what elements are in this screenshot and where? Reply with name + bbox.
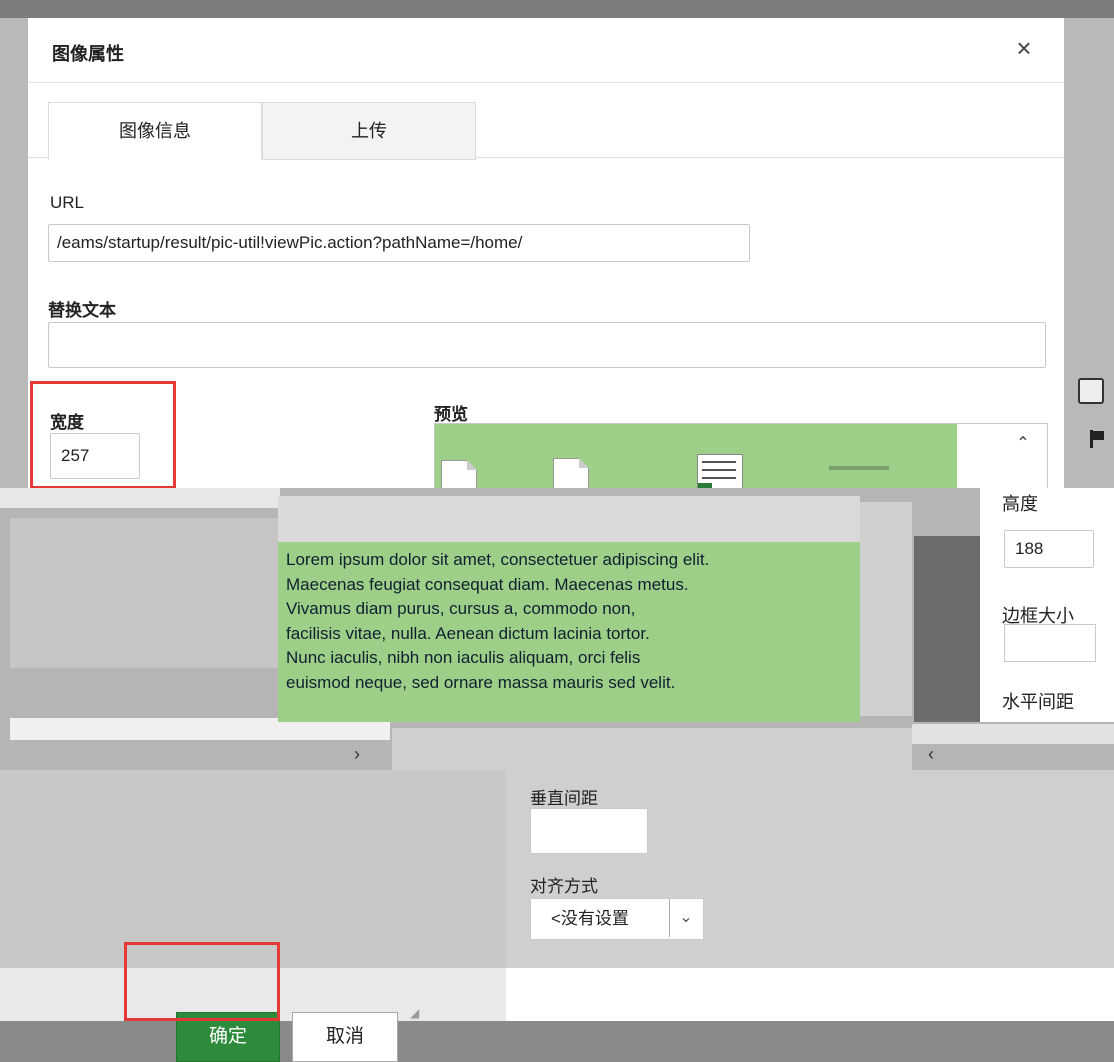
preview-divider	[829, 466, 889, 470]
preview-label: 预览	[434, 405, 468, 424]
chevron-up-icon[interactable]: ⌃	[1013, 434, 1033, 454]
url-label: URL	[50, 193, 85, 212]
preview-text-area: Lorem ipsum dolor sit amet, consectetuer…	[278, 496, 860, 722]
glitch-band: › Lorem ipsum dolor sit amet, consectetu…	[0, 488, 1114, 770]
dialog-header: 图像属性 ×	[28, 18, 1064, 83]
image-properties-dialog: 图像属性 × 图像信息 上传 URL /eams/startup/result/…	[28, 18, 1064, 506]
preview-scrollbar[interactable]: ⌃	[957, 424, 1047, 489]
glitch-strip	[0, 488, 280, 508]
close-icon[interactable]: ×	[1010, 34, 1038, 62]
chevron-down-icon[interactable]: ⌄	[669, 899, 702, 937]
dropdown-icon	[1078, 378, 1104, 404]
glitch-panel	[914, 536, 980, 722]
preview-text-line: euismod neque, sed ornare massa mauris s…	[286, 672, 676, 692]
dialog-title: 图像属性	[52, 44, 124, 64]
preview-text-line: facilisis vitae, nulla. Aenean dictum la…	[286, 623, 650, 643]
preview-text-line: Vivamus diam purus, cursus a, commodo no…	[286, 599, 636, 618]
vspace-input[interactable]	[530, 808, 648, 854]
dialog-lower-section: 垂直间距 对齐方式 <没有设置 ⌄	[0, 770, 1114, 968]
resize-grip-icon[interactable]: ◢	[410, 1006, 424, 1020]
vspace-label: 垂直间距	[530, 789, 598, 808]
glitch-panel	[392, 728, 912, 770]
preview-text-line: Lorem ipsum dolor sit amet, consectetuer…	[286, 550, 710, 569]
glitch-strip	[278, 496, 860, 542]
preview-lorem-text: Lorem ipsum dolor sit amet, consectetuer…	[286, 548, 856, 695]
align-select[interactable]: <没有设置 ⌄	[530, 898, 704, 940]
highlight-box-width	[30, 381, 176, 489]
chevron-right-icon[interactable]: ›	[354, 744, 360, 765]
height-label: 高度	[1002, 494, 1038, 514]
glitch-panel	[860, 502, 912, 716]
glitch-panel	[10, 518, 278, 668]
preview-text-line: Maecenas feugiat consequat diam. Maecena…	[286, 574, 689, 594]
align-select-value: <没有设置	[551, 909, 629, 928]
right-fields-panel: 高度 188 边框大小 水平间距	[980, 488, 1114, 722]
dialog-lower-left	[0, 770, 506, 968]
height-input[interactable]: 188	[1004, 530, 1094, 568]
flag-icon	[1090, 430, 1107, 448]
alt-text-label: 替换文本	[48, 301, 116, 320]
highlight-box-ok	[124, 942, 280, 1021]
cancel-button[interactable]: 取消	[292, 1012, 398, 1062]
align-label: 对齐方式	[530, 877, 598, 896]
preview-box: ⌃	[434, 423, 1048, 506]
tab-image-info[interactable]: 图像信息	[48, 102, 262, 160]
url-input[interactable]: /eams/startup/result/pic-util!viewPic.ac…	[48, 224, 750, 262]
alt-text-input[interactable]	[48, 322, 1046, 368]
background-top-strip	[0, 0, 1114, 18]
tab-upload[interactable]: 上传	[262, 102, 476, 160]
chevron-left-icon[interactable]: ‹	[928, 744, 934, 765]
border-size-input[interactable]	[1004, 624, 1096, 662]
preview-area	[435, 424, 957, 506]
preview-text-line: Nunc iaculis, nibh non iaculis aliquam, …	[286, 648, 641, 667]
glitch-strip	[912, 724, 1114, 744]
hspace-label: 水平间距	[1002, 692, 1074, 712]
